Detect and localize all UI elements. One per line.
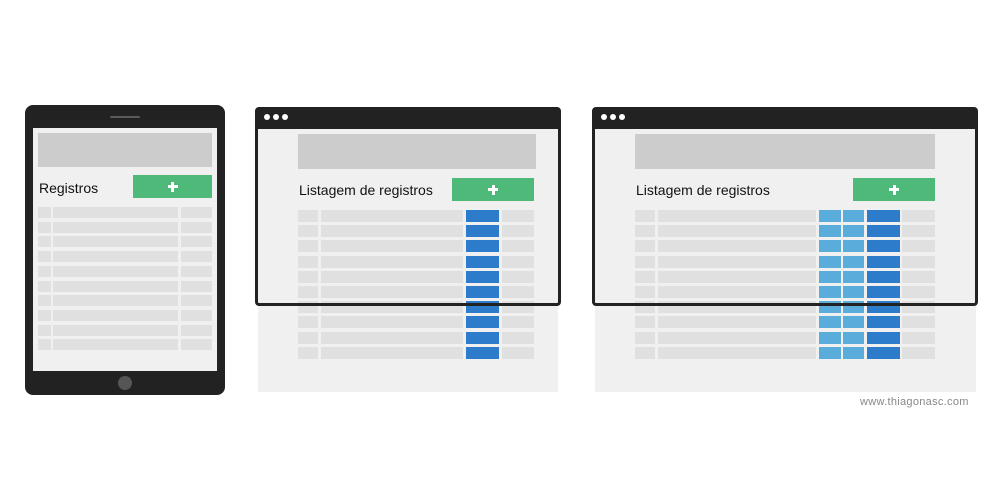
table-cell — [181, 324, 212, 336]
table-cell — [38, 236, 51, 248]
plus-icon — [167, 181, 178, 192]
desktop-small-browser-frame — [255, 107, 561, 306]
table-cell — [53, 280, 178, 292]
table-cell — [502, 331, 534, 344]
action-cell[interactable] — [867, 316, 900, 329]
table-cell — [181, 309, 212, 321]
table-cell — [635, 331, 655, 344]
table-cell — [53, 207, 178, 218]
table-cell — [38, 324, 51, 336]
window-dot-icon — [601, 114, 607, 120]
table-cell — [298, 331, 318, 344]
table-cell — [502, 346, 534, 359]
table-cell — [902, 331, 935, 344]
tablet-speaker — [110, 116, 140, 118]
table-cell — [635, 346, 655, 359]
window-dot-icon — [273, 114, 279, 120]
action-cell[interactable] — [819, 346, 841, 359]
action-cell[interactable] — [867, 346, 900, 359]
table-cell — [321, 346, 463, 359]
table-cell — [635, 316, 655, 329]
table-cell — [38, 280, 51, 292]
table-cell — [53, 324, 178, 336]
window-dot-icon — [619, 114, 625, 120]
table-cell — [181, 339, 212, 351]
table-cell — [902, 316, 935, 329]
table-cell — [38, 207, 51, 218]
desktop-large-browser-frame — [592, 107, 978, 306]
table-cell — [181, 221, 212, 233]
table-cell — [53, 309, 178, 321]
window-controls — [264, 114, 288, 120]
tablet-add-button[interactable] — [133, 175, 212, 198]
action-cell[interactable] — [819, 331, 841, 344]
table-cell — [181, 236, 212, 248]
table-cell — [53, 251, 178, 263]
table-cell — [38, 221, 51, 233]
table-cell — [181, 207, 212, 218]
table-cell — [902, 346, 935, 359]
table-cell — [53, 265, 178, 277]
action-cell[interactable] — [843, 346, 864, 359]
table-cell — [38, 309, 51, 321]
action-cell[interactable] — [819, 316, 841, 329]
table-cell — [658, 316, 816, 329]
table-cell — [181, 295, 212, 307]
table-cell — [181, 265, 212, 277]
action-cell[interactable] — [867, 331, 900, 344]
table-cell — [658, 346, 816, 359]
table-cell — [321, 316, 463, 329]
action-cell[interactable] — [466, 316, 499, 329]
table-cell — [298, 346, 318, 359]
action-cell[interactable] — [843, 316, 864, 329]
table-cell — [181, 251, 212, 263]
table-cell — [53, 221, 178, 233]
table-cell — [38, 339, 51, 351]
table-cell — [502, 316, 534, 329]
table-cell — [38, 251, 51, 263]
table-cell — [298, 316, 318, 329]
action-cell[interactable] — [466, 331, 499, 344]
action-cell[interactable] — [466, 346, 499, 359]
table-cell — [53, 295, 178, 307]
credit-text: www.thiagonasc.com — [860, 396, 969, 408]
action-cell[interactable] — [843, 331, 864, 344]
table-cell — [53, 236, 178, 248]
window-dot-icon — [610, 114, 616, 120]
table-cell — [181, 280, 212, 292]
table-cell — [38, 265, 51, 277]
table-cell — [53, 339, 178, 351]
window-dot-icon — [282, 114, 288, 120]
tablet-home-button — [118, 376, 132, 390]
table-cell — [321, 331, 463, 344]
window-controls — [601, 114, 625, 120]
table-cell — [38, 295, 51, 307]
tablet-header-block — [38, 133, 212, 167]
window-dot-icon — [264, 114, 270, 120]
table-cell — [658, 331, 816, 344]
tablet-page-title: Registros — [39, 180, 99, 196]
